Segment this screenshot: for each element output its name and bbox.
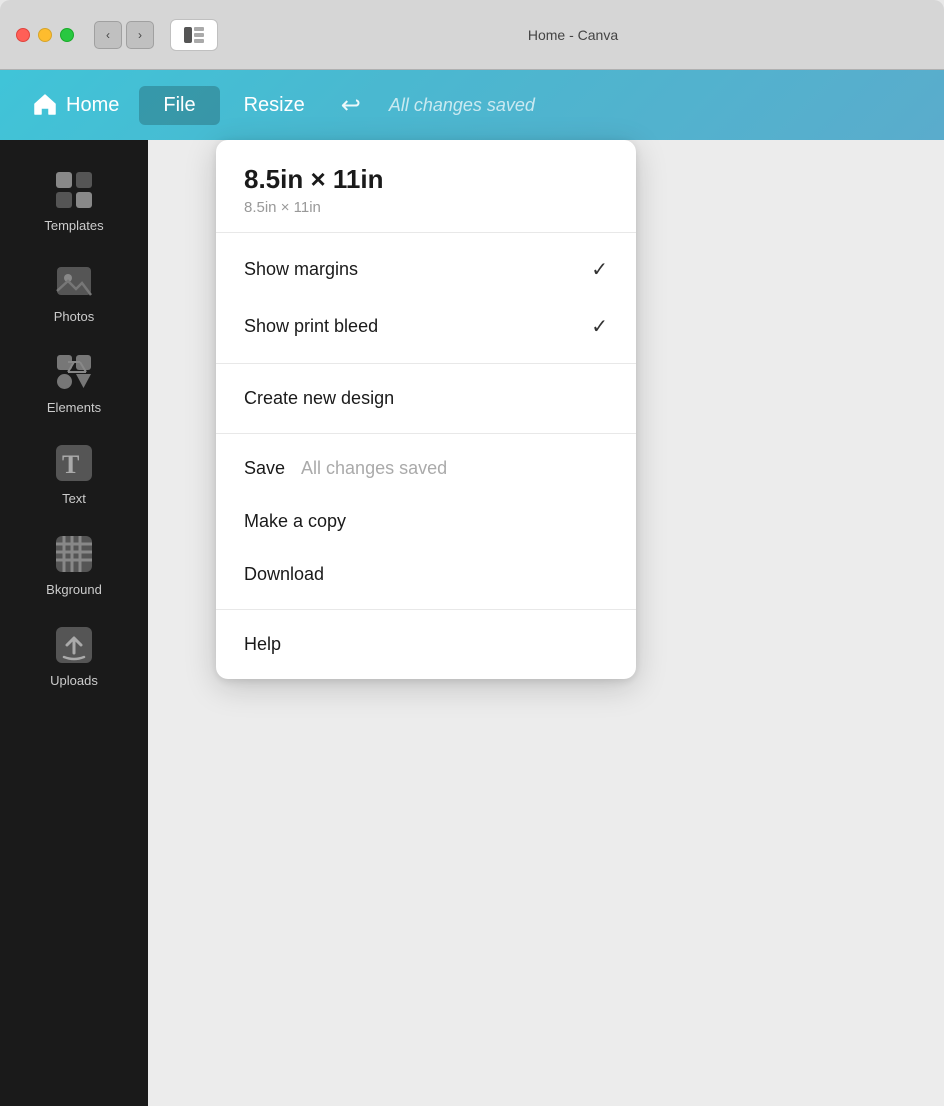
- download-item[interactable]: Download: [216, 548, 636, 601]
- undo-icon: ↩: [341, 92, 361, 119]
- uploads-label: Uploads: [50, 673, 98, 688]
- home-label: Home: [66, 94, 119, 117]
- window-title: Home - Canva: [218, 27, 928, 43]
- show-margins-item[interactable]: Show margins ✓: [216, 241, 636, 298]
- maximize-button[interactable]: [60, 28, 74, 42]
- resize-label: Resize: [244, 94, 305, 116]
- show-margins-checkmark: ✓: [591, 257, 608, 282]
- app-header: Home File Resize ↩ All changes saved: [0, 70, 944, 140]
- sidebar-item-uploads[interactable]: Uploads: [14, 611, 134, 698]
- file-dropdown-menu: 8.5in × 11in 8.5in × 11in Show margins ✓…: [216, 140, 636, 679]
- file-label: File: [163, 94, 195, 116]
- close-button[interactable]: [16, 28, 30, 42]
- main-layout: Templates Photos: [0, 140, 944, 1106]
- file-menu-button[interactable]: File: [139, 86, 219, 125]
- window-chrome: ‹ › Home - Canva: [0, 0, 944, 70]
- text-icon: T: [52, 441, 96, 485]
- show-print-bleed-label: Show print bleed: [244, 316, 378, 337]
- save-status-inline: All changes saved: [301, 458, 447, 479]
- design-size-subtitle: 8.5in × 11in: [244, 199, 608, 216]
- background-label: Bkground: [46, 582, 102, 597]
- toggle-section: Show margins ✓ Show print bleed ✓: [216, 233, 636, 363]
- make-a-copy-item[interactable]: Make a copy: [216, 495, 636, 548]
- save-status: All changes saved: [389, 95, 535, 116]
- show-margins-label: Show margins: [244, 259, 358, 280]
- undo-button[interactable]: ↩: [329, 83, 373, 128]
- sidebar: Templates Photos: [0, 140, 148, 1106]
- traffic-lights: [16, 28, 74, 42]
- sidebar-toggle-button[interactable]: [170, 19, 218, 51]
- svg-text:T: T: [62, 450, 79, 479]
- help-label: Help: [244, 634, 281, 655]
- create-new-design-label: Create new design: [244, 388, 394, 409]
- sidebar-item-elements[interactable]: Elements: [14, 338, 134, 425]
- show-print-bleed-item[interactable]: Show print bleed ✓: [216, 298, 636, 355]
- download-label: Download: [244, 564, 324, 585]
- templates-icon: [52, 168, 96, 212]
- save-item[interactable]: Save All changes saved: [216, 442, 636, 495]
- sidebar-item-text[interactable]: T Text: [14, 429, 134, 516]
- minimize-button[interactable]: [38, 28, 52, 42]
- show-print-bleed-checkmark: ✓: [591, 314, 608, 339]
- create-section: Create new design: [216, 364, 636, 433]
- photos-icon: [52, 259, 96, 303]
- elements-label: Elements: [47, 400, 101, 415]
- back-button[interactable]: ‹: [94, 21, 122, 49]
- sidebar-item-photos[interactable]: Photos: [14, 247, 134, 334]
- text-label: Text: [62, 491, 86, 506]
- uploads-icon: [52, 623, 96, 667]
- home-button[interactable]: Home: [20, 84, 131, 126]
- save-label: Save: [244, 458, 285, 479]
- content-area: 8.5in × 11in 8.5in × 11in Show margins ✓…: [148, 140, 944, 1106]
- help-item[interactable]: Help: [216, 618, 636, 671]
- sidebar-item-background[interactable]: Bkground: [14, 520, 134, 607]
- sidebar-item-templates[interactable]: Templates: [14, 156, 134, 243]
- background-icon: [52, 532, 96, 576]
- dropdown-header: 8.5in × 11in 8.5in × 11in: [216, 140, 636, 232]
- templates-label: Templates: [44, 218, 103, 233]
- nav-buttons: ‹ ›: [94, 21, 154, 49]
- photos-label: Photos: [54, 309, 94, 324]
- forward-button[interactable]: ›: [126, 21, 154, 49]
- help-section: Help: [216, 610, 636, 679]
- resize-button[interactable]: Resize: [228, 86, 321, 125]
- create-new-design-item[interactable]: Create new design: [216, 372, 636, 425]
- design-size-title: 8.5in × 11in: [244, 164, 608, 195]
- elements-icon: [52, 350, 96, 394]
- make-a-copy-label: Make a copy: [244, 511, 346, 532]
- file-actions-section: Save All changes saved Make a copy Downl…: [216, 434, 636, 609]
